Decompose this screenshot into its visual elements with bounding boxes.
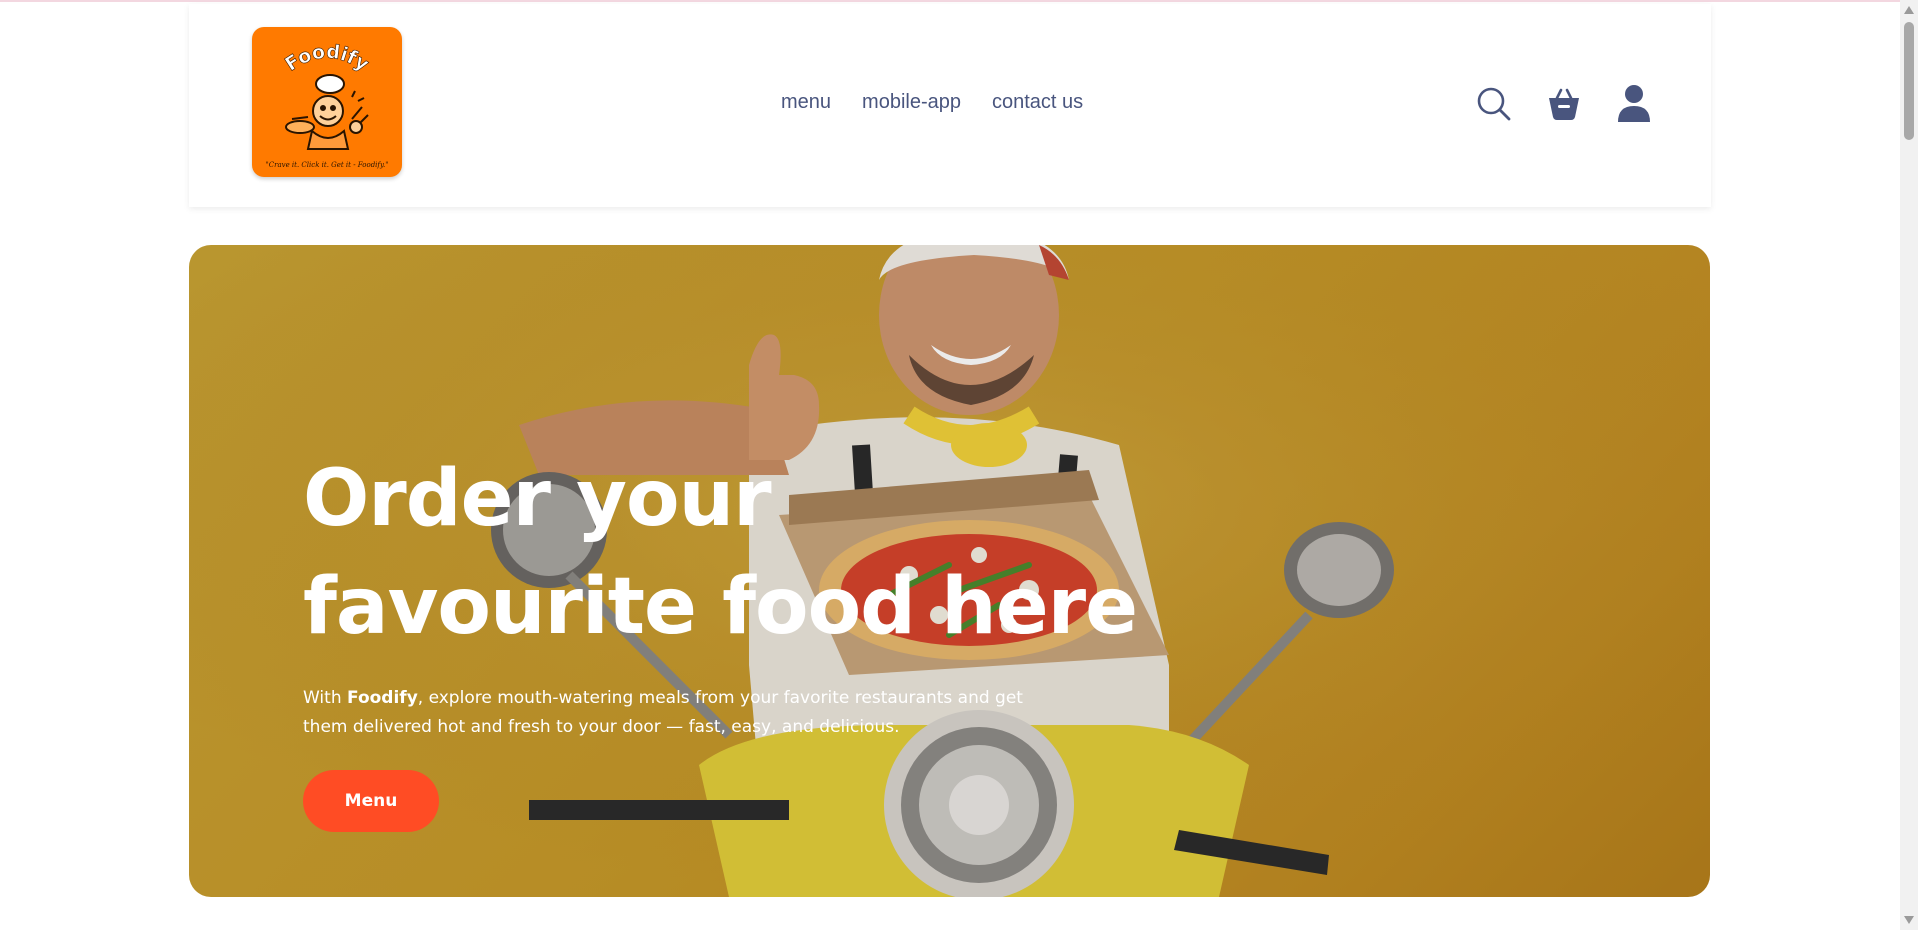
hero-desc-prefix: With xyxy=(303,688,348,708)
scroll-thumb[interactable] xyxy=(1904,22,1914,140)
chef-mascot-icon xyxy=(285,74,369,150)
hero-desc-brand: Foodify xyxy=(347,688,418,708)
nav-link-contact-us[interactable]: contact us xyxy=(992,91,1083,114)
hero-banner: Order your favourite food here With Food… xyxy=(189,245,1710,897)
search-icon xyxy=(1477,87,1511,121)
svg-text:Foodify: Foodify xyxy=(281,41,373,76)
menu-button[interactable]: Menu xyxy=(303,770,439,832)
page: Foodify "Crave it. Click it. Get it - Fo… xyxy=(0,0,1918,930)
nav-link-mobile-app[interactable]: mobile-app xyxy=(862,91,961,114)
hero-title: Order your favourite food here xyxy=(303,445,1203,661)
nav-link-menu[interactable]: menu xyxy=(781,91,831,114)
basket-button[interactable] xyxy=(1546,84,1582,124)
main-nav: menu mobile-app contact us xyxy=(781,91,1083,114)
site-header: Foodify "Crave it. Click it. Get it - Fo… xyxy=(189,4,1711,207)
search-button[interactable] xyxy=(1476,84,1512,124)
profile-icon xyxy=(1618,85,1650,122)
basket-icon xyxy=(1549,88,1579,120)
logo-graphic: Foodify "Crave it. Click it. Get it - Fo… xyxy=(266,40,389,169)
hero-description: With Foodify, explore mouth-watering mea… xyxy=(303,684,1063,742)
hero-title-line1: Order your xyxy=(303,454,772,544)
logo-tagline: "Crave it. Click it. Get it - Foodify." xyxy=(266,161,389,169)
scroll-down-arrow-icon[interactable] xyxy=(1904,916,1914,924)
top-border-line xyxy=(0,0,1900,2)
page-scrollbar[interactable] xyxy=(1900,0,1918,930)
hero-title-line2: favourite food here xyxy=(303,562,1138,652)
scroll-up-arrow-icon[interactable] xyxy=(1904,6,1914,14)
profile-button[interactable] xyxy=(1616,84,1652,124)
header-icons xyxy=(1476,84,1652,124)
logo-wordmark: Foodify xyxy=(281,40,374,76)
foodify-logo[interactable]: Foodify "Crave it. Click it. Get it - Fo… xyxy=(252,27,402,177)
